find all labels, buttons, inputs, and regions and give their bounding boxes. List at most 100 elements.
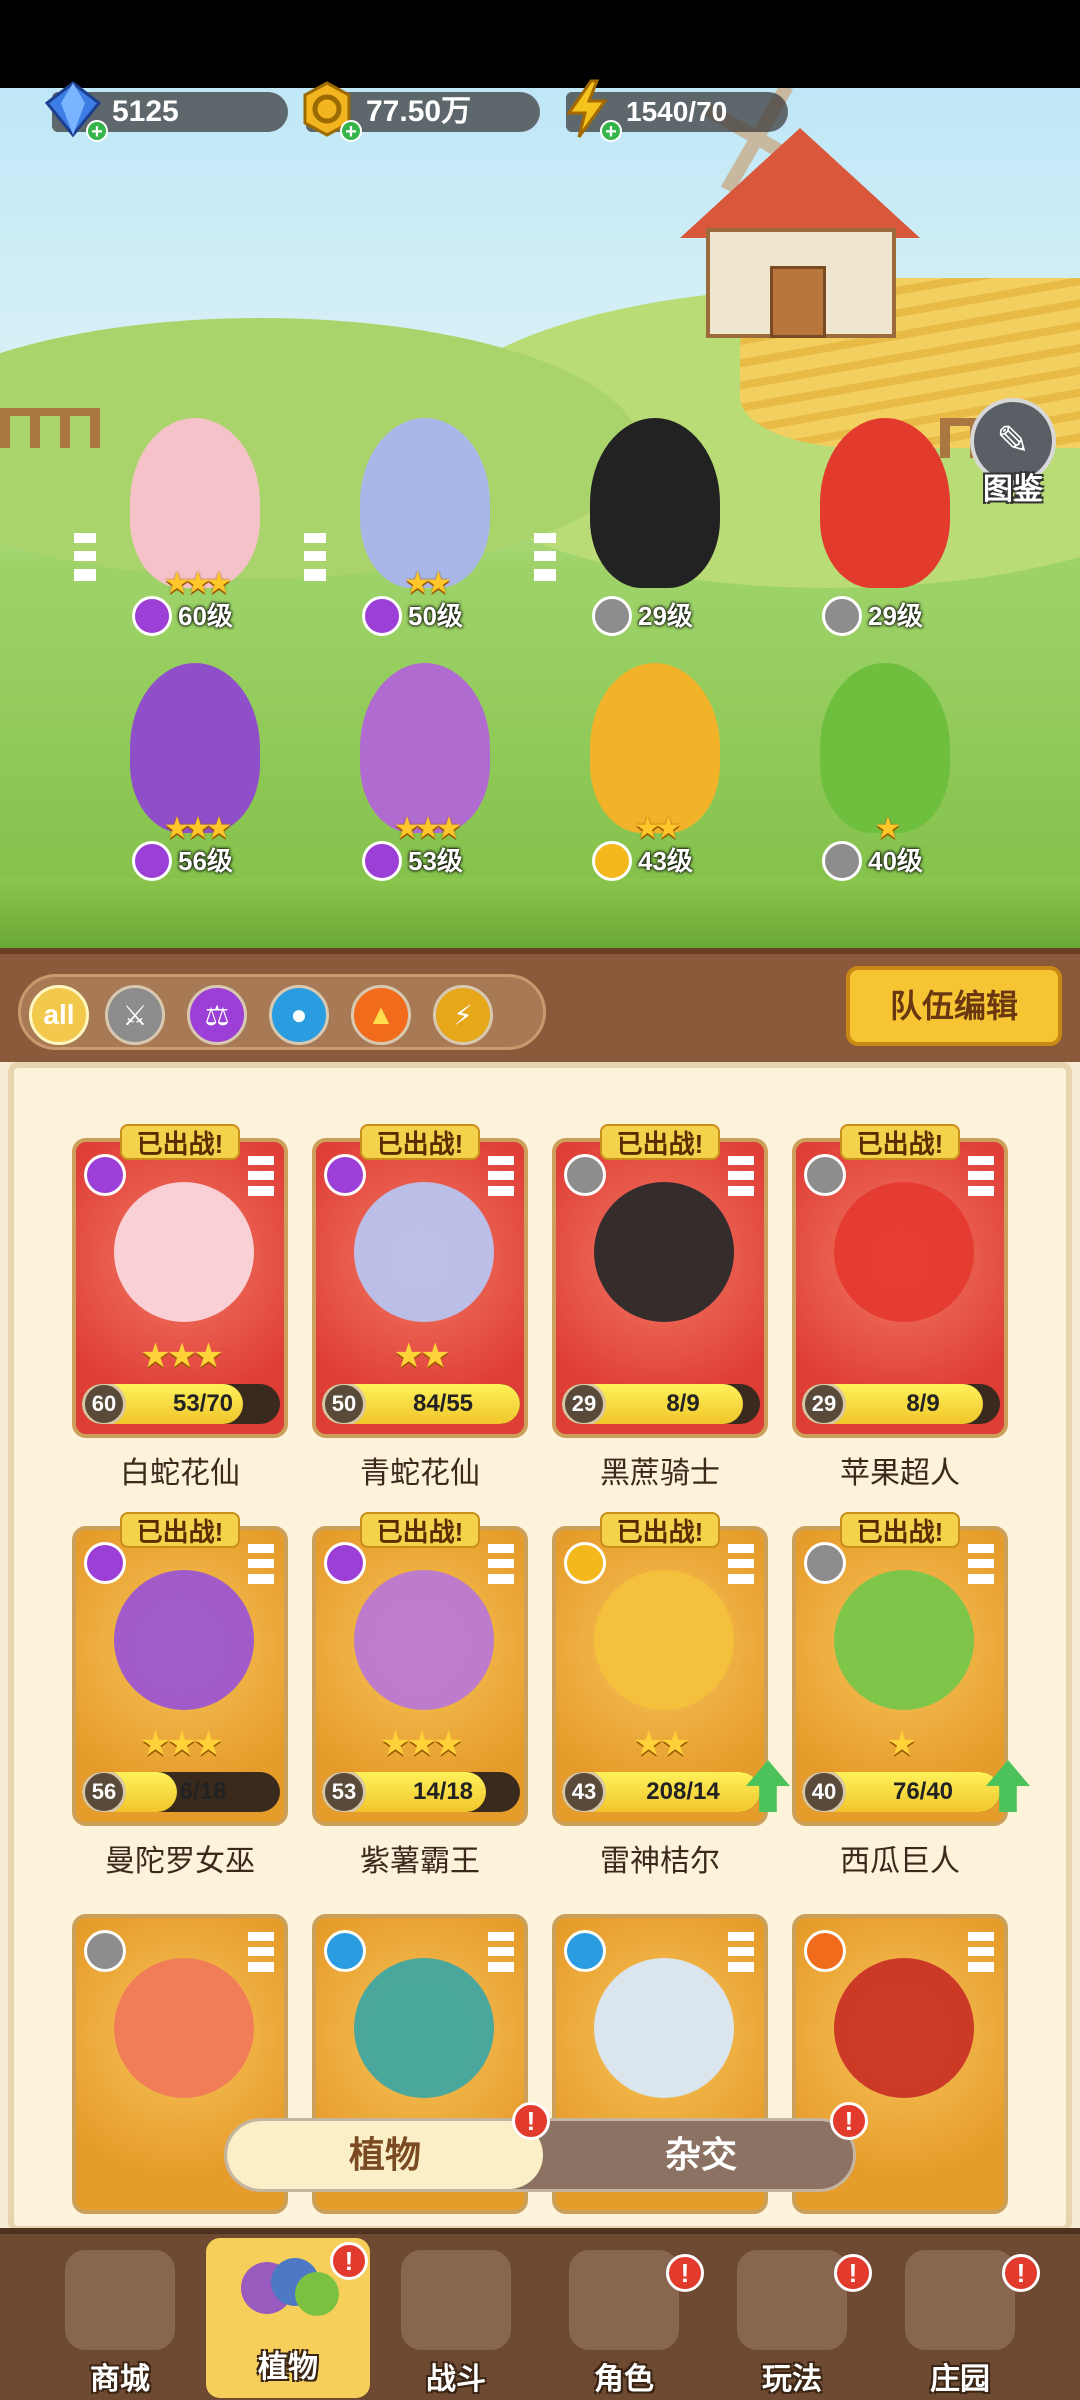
sword-type-icon [592, 596, 632, 636]
hero-level-text: 29级 [638, 601, 693, 631]
coin-icon: + [296, 78, 362, 142]
card-level: 40 [802, 1772, 846, 1812]
card-stars: ★★★ [140, 1725, 223, 1763]
plant-card-panel[interactable]: ★★★ 60 53/70 已出战! 白蛇花仙 ★★ 50 84/55 已出战! 青蛇花仙 29 8/9… [8, 1062, 1072, 2232]
gem-amount: 5125 [112, 95, 179, 128]
plant-portrait [114, 1570, 254, 1710]
filter-lightning-button[interactable]: ⚡ [433, 985, 493, 1045]
formation-slot-icon [728, 1544, 754, 1584]
sword-type-icon [564, 1154, 606, 1196]
hero-level: 40级 [822, 841, 933, 881]
lineup-hero[interactable]: ★ 40级 [800, 663, 970, 881]
gem-counter[interactable]: + 5125 [44, 81, 288, 142]
hero-level: 29级 [592, 596, 703, 636]
bottom-nav: 商城 植物! 战斗 角色! 玩法! 庄园! [0, 2228, 1080, 2400]
fence [0, 408, 100, 448]
lineup-hero[interactable]: ★★★ 60级 [74, 418, 280, 636]
nav-label: 玩法 [762, 2363, 822, 2396]
hero-level-text: 50级 [408, 601, 463, 631]
card-progress-text: 53/70 [172, 1390, 234, 1417]
plant-portrait [594, 1182, 734, 1322]
card-level: 29 [802, 1384, 846, 1424]
lightning-type-icon [592, 841, 632, 881]
add-gold-icon: + [340, 120, 362, 142]
add-energy-icon: + [600, 120, 622, 142]
deployed-badge: 已出战! [120, 1512, 240, 1548]
energy-counter[interactable]: + 1540/70 [566, 79, 788, 142]
upgrade-progress-bar: 50 84/55 [322, 1384, 520, 1424]
sword-type-icon [822, 596, 862, 636]
gameplay-icon [737, 2250, 847, 2350]
collection-guide-button[interactable]: ✎ 图鉴 [968, 398, 1058, 508]
plant-portrait [354, 1570, 494, 1710]
hero-figure [590, 663, 720, 833]
filter-water-button[interactable]: ● [269, 985, 329, 1045]
nav-character[interactable]: 角色! [542, 2250, 706, 2396]
plant-card[interactable]: 29 8/9 [552, 1138, 768, 1438]
hero-level-text: 60级 [178, 601, 233, 631]
plant-card[interactable]: ★★★ 56 6/18 [72, 1526, 288, 1826]
poison-type-icon [132, 841, 172, 881]
hero-level-text: 40级 [868, 846, 923, 876]
deployed-badge: 已出战! [840, 1512, 960, 1548]
plant-name: 雷神桔尔 [600, 1845, 720, 1878]
poison-type-icon [324, 1154, 366, 1196]
farm-scene: ★★★ 60级 ★★ 50级 29级 29级 ★★★ 56级 ★★★ 53级 ★★ 43级 ★ 40级 ✎… [0, 88, 1080, 948]
water-type-icon [564, 1930, 606, 1972]
nav-label: 植物 [258, 2351, 318, 2384]
plant-card[interactable]: ★★ 50 84/55 [312, 1138, 528, 1438]
deployed-badge: 已出战! [120, 1124, 240, 1160]
nav-alert-badge: ! [330, 2242, 368, 2280]
lineup-hero[interactable]: ★★ 50级 [304, 418, 510, 636]
poison-type-icon [132, 596, 172, 636]
lineup-hero[interactable]: ★★★ 53级 [340, 663, 510, 881]
plant-portrait [354, 1958, 494, 2098]
collection-guide-label: 图鉴 [983, 473, 1043, 506]
plant-portrait [834, 1570, 974, 1710]
manor-icon [905, 2250, 1015, 2350]
grass-edge [0, 878, 1080, 948]
formation-slot-icon [968, 1544, 994, 1584]
hero-level: 53级 [362, 841, 473, 881]
filter-poison-button[interactable]: ⚖ [187, 985, 247, 1045]
lineup-hero[interactable]: ★★★ 56级 [110, 663, 280, 881]
nav-shop[interactable]: 商城 [38, 2250, 202, 2396]
plant-name: 黑蔗骑士 [600, 1457, 720, 1490]
filter-fire-button[interactable]: ▲ [351, 985, 411, 1045]
plants-alert-badge: ! [512, 2102, 550, 2140]
plant-card[interactable]: ★★ 43 208/14 [552, 1526, 768, 1826]
lineup-hero[interactable]: 29级 [800, 418, 970, 636]
nav-gameplay[interactable]: 玩法! [710, 2250, 874, 2396]
plant-card[interactable]: 29 8/9 [792, 1138, 1008, 1438]
nav-alert-badge: ! [666, 2254, 704, 2292]
deployed-badge: 已出战! [600, 1512, 720, 1548]
plant-card[interactable]: ★★★ 53 14/18 [312, 1526, 528, 1826]
lineup-hero[interactable]: 29级 [534, 418, 740, 636]
nav-battle[interactable]: 战斗 [374, 2250, 538, 2396]
nav-label: 商城 [90, 2363, 150, 2396]
gold-counter[interactable]: + 77.50万 [303, 81, 540, 142]
plant-portrait [114, 1182, 254, 1322]
card-progress-text: 8/9 [666, 1390, 700, 1417]
nav-plants[interactable]: 植物! [206, 2238, 370, 2398]
potion-icon: ⚖ [204, 999, 230, 1031]
tab-hybrid[interactable]: 杂交 [543, 2121, 859, 2189]
tab-plants[interactable]: 植物 [227, 2121, 543, 2189]
poison-type-icon [362, 841, 402, 881]
filter-sword-button[interactable]: ⚔ [105, 985, 165, 1045]
plant-card[interactable]: ★ 40 76/40 [792, 1526, 1008, 1826]
nav-manor[interactable]: 庄园! [878, 2250, 1042, 2396]
team-edit-button[interactable]: 队伍编辑 [846, 966, 1062, 1046]
card-progress-text: 76/40 [892, 1778, 954, 1805]
lineup-hero[interactable]: ★★ 43级 [570, 663, 740, 881]
nav-alert-badge: ! [1002, 2254, 1040, 2292]
plant-name: 白蛇花仙 [120, 1457, 240, 1490]
card-level: 29 [562, 1384, 606, 1424]
app-root: ★★★ 60级 ★★ 50级 29级 29级 ★★★ 56级 ★★★ 53级 ★★ 43级 ★ 40级 ✎… [0, 0, 1080, 2400]
plant-card[interactable]: ★★★ 60 53/70 [72, 1138, 288, 1438]
deployed-badge: 已出战! [600, 1124, 720, 1160]
filter-all-button[interactable]: all [29, 985, 89, 1045]
formation-slot-icon [248, 1932, 274, 1972]
fire-icon: ▲ [367, 999, 395, 1030]
plant-name: 苹果超人 [840, 1457, 960, 1490]
